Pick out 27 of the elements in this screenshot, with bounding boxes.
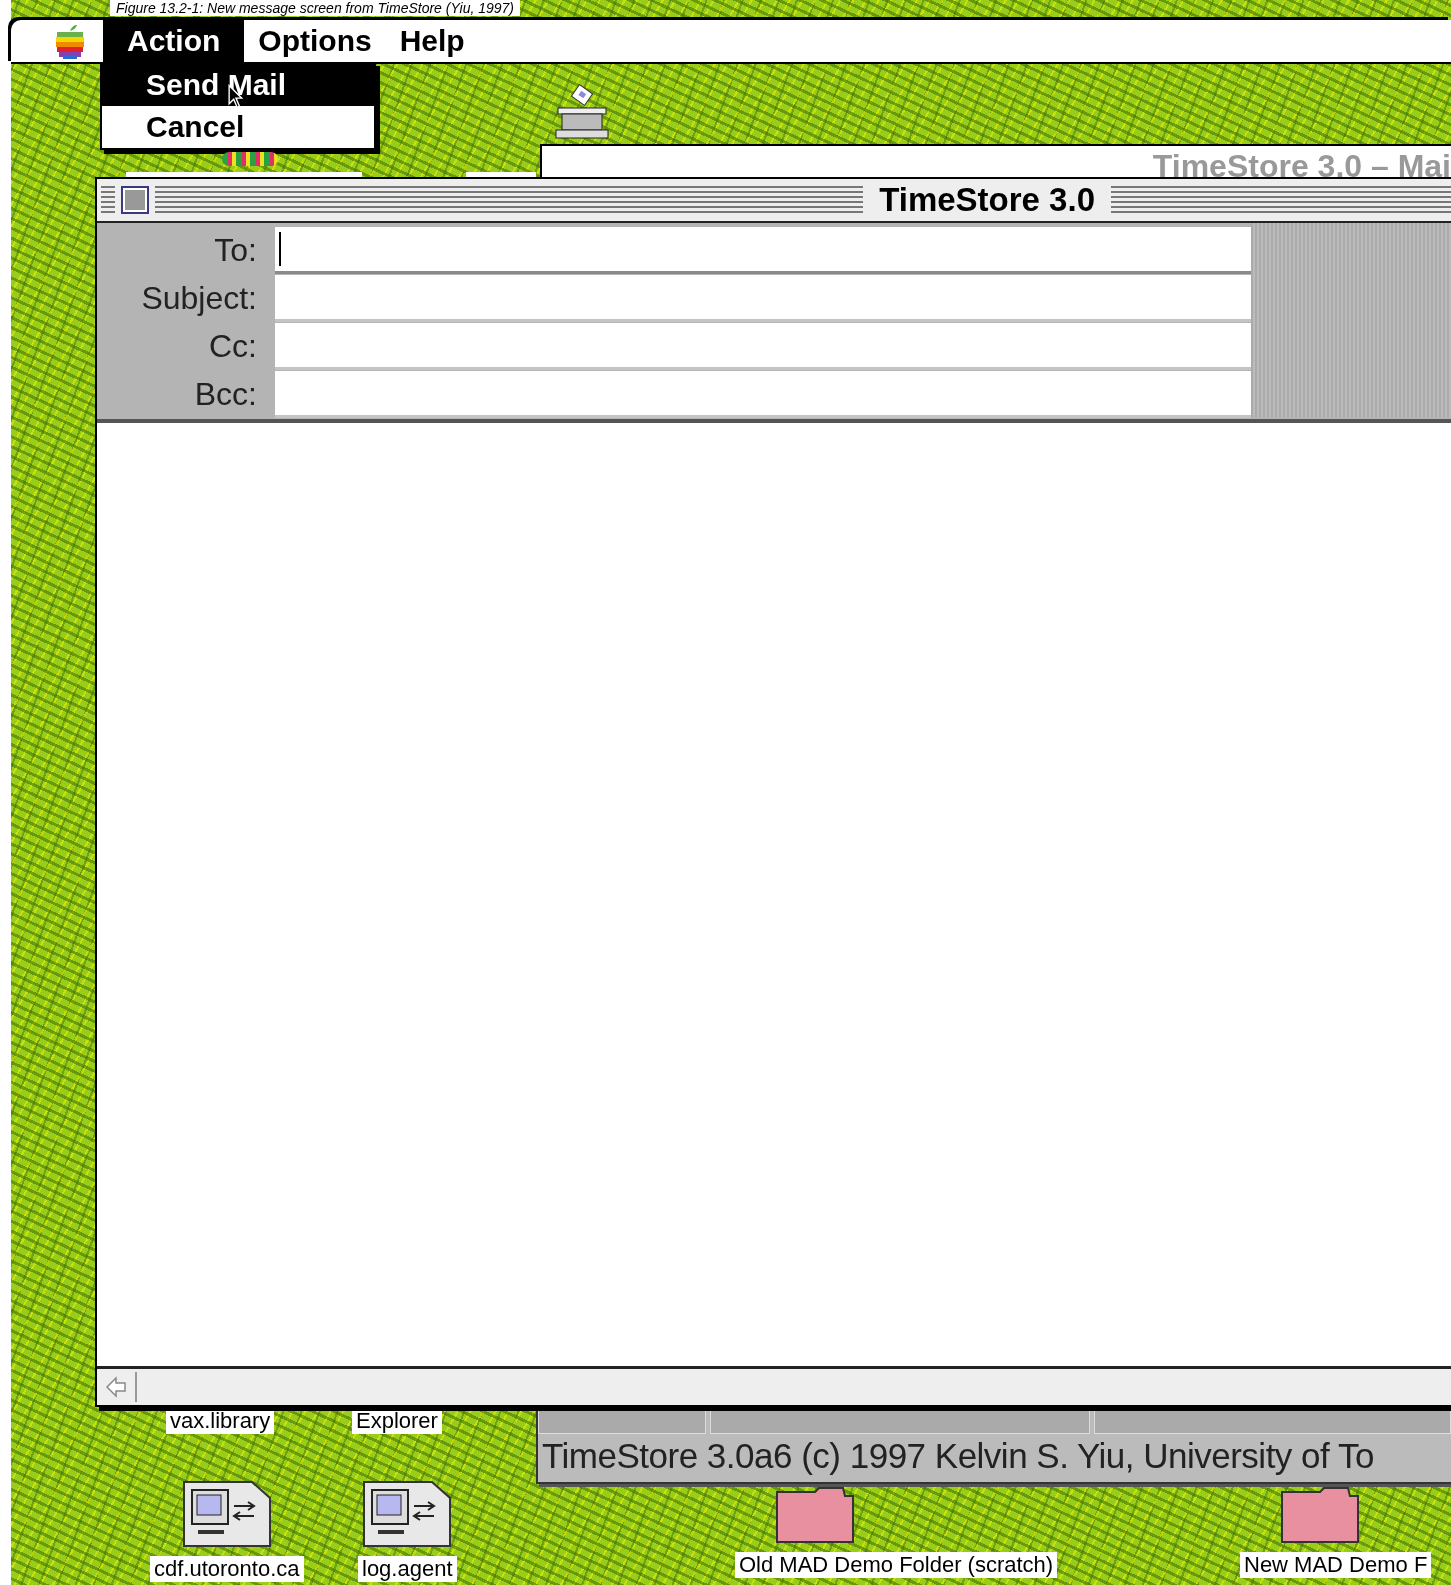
- figure-caption: Figure 13.2-1: New message screen from TimeStore (Yiu, 1997): [110, 0, 520, 16]
- icon-label[interactable]: New MAD Demo F: [1240, 1552, 1432, 1578]
- flower-icon: [222, 152, 278, 166]
- icon-label[interactable]: log.agent: [358, 1556, 457, 1582]
- input-field[interactable]: [275, 226, 1251, 274]
- close-button[interactable]: [121, 186, 149, 214]
- folder-icon[interactable]: [775, 1486, 855, 1544]
- folder-icon[interactable]: [1280, 1486, 1360, 1544]
- menu-option[interactable]: Send Mail: [102, 64, 374, 106]
- apple-icon[interactable]: [55, 23, 85, 59]
- menu-item[interactable]: Action: [103, 20, 245, 62]
- icon-label[interactable]: Old MAD Demo Folder (scratch): [735, 1552, 1058, 1578]
- input-field[interactable]: [275, 322, 1251, 370]
- field-label: Bcc:: [193, 375, 258, 413]
- icon-label[interactable]: cdf.utoronto.ca: [150, 1556, 304, 1582]
- field-label: Subject:: [140, 279, 258, 317]
- computer-document-icon[interactable]: [362, 1480, 453, 1548]
- input-field[interactable]: [275, 370, 1251, 418]
- input-field[interactable]: [275, 274, 1251, 322]
- field-label: Cc:: [208, 327, 258, 365]
- horizontal-scrollbar[interactable]: [97, 1366, 1451, 1405]
- window-title: TimeStore 3.0 – Mai: [1152, 148, 1451, 186]
- mailbox-icon[interactable]: [552, 84, 612, 142]
- window-title: TimeStore 3.0: [878, 181, 1096, 219]
- computer-document-icon[interactable]: [181, 1480, 272, 1548]
- field-label: To:: [213, 231, 258, 269]
- status-text: TimeStore 3.0a6 (c) 1997 Kelvin S. Yiu, University of To: [541, 1435, 1375, 1477]
